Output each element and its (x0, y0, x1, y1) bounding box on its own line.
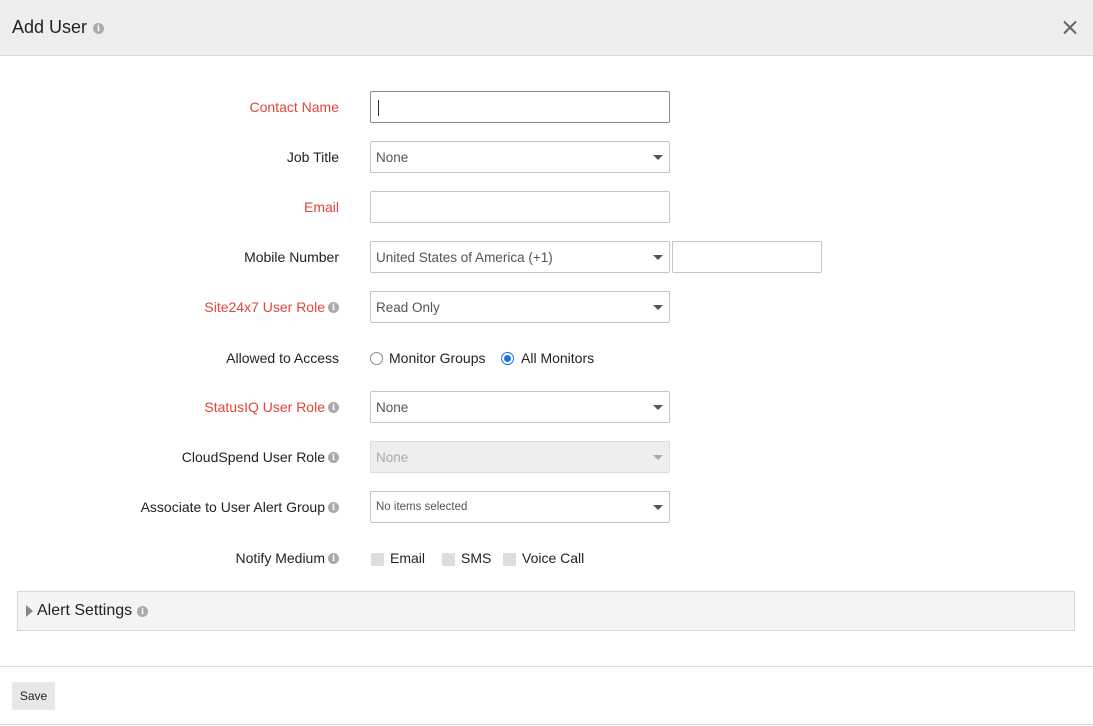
job-title-row: Job Title None (0, 141, 1093, 173)
mobile-number-input[interactable] (672, 241, 822, 273)
monitor-groups-radio[interactable] (370, 352, 383, 365)
alert-settings-section[interactable]: Alert Settings i (17, 591, 1075, 631)
alert-group-value: No items selected (376, 501, 468, 513)
monitor-groups-label[interactable]: Monitor Groups (389, 350, 485, 366)
site24x7-role-value: Read Only (376, 300, 440, 315)
notify-voice-call-label[interactable]: Voice Call (522, 550, 584, 566)
statusiq-role-label: StatusIQ User Role i (204, 399, 339, 415)
alert-group-multiselect[interactable]: No items selected (370, 491, 670, 523)
statusiq-role-label-text: StatusIQ User Role (204, 399, 325, 415)
chevron-down-icon (653, 455, 663, 460)
notify-medium-row: Notify Medium i Email SMS Voice Call (0, 542, 1093, 574)
cloudspend-role-label-text: CloudSpend User Role (181, 449, 325, 465)
info-icon[interactable]: i (137, 606, 148, 617)
cloudspend-role-value: None (376, 450, 409, 465)
notify-email-checkbox[interactable] (371, 553, 384, 566)
chevron-down-icon (653, 505, 663, 510)
email-row: Email (0, 191, 1093, 223)
statusiq-role-select[interactable]: None (370, 391, 670, 423)
info-icon[interactable]: i (328, 401, 339, 413)
chevron-down-icon (653, 155, 663, 160)
cloudspend-role-label: CloudSpend User Role i (182, 449, 339, 465)
country-code-select[interactable]: United States of America (+1) (370, 241, 670, 273)
chevron-down-icon (653, 305, 663, 310)
mobile-number-label: Mobile Number (244, 249, 339, 265)
email-label: Email (303, 199, 339, 215)
alert-group-label-text: Associate to User Alert Group (140, 499, 325, 515)
job-title-value: None (376, 150, 409, 165)
dialog-header: Add User i (0, 0, 1093, 56)
info-icon[interactable]: i (328, 301, 339, 313)
info-icon[interactable]: i (93, 23, 104, 34)
chevron-down-icon (653, 405, 663, 410)
site24x7-role-label-text: Site24x7 User Role (204, 299, 325, 315)
job-title-select[interactable]: None (370, 141, 670, 173)
statusiq-role-value: None (376, 400, 409, 415)
notify-voice-call-checkbox[interactable] (503, 553, 516, 566)
notify-sms-checkbox[interactable] (442, 553, 455, 566)
info-icon[interactable]: i (328, 552, 339, 564)
notify-medium-label-text: Notify Medium (235, 550, 325, 566)
alert-group-row: Associate to User Alert Group i No items … (0, 491, 1093, 523)
contact-name-label: Contact Name (249, 99, 339, 115)
footer-bottom-divider (0, 724, 1093, 725)
site24x7-role-select[interactable]: Read Only (370, 291, 670, 323)
footer-divider (0, 666, 1093, 667)
statusiq-role-row: StatusIQ User Role i None (0, 391, 1093, 423)
site24x7-role-row: Site24x7 User Role i Read Only (0, 291, 1093, 323)
allowed-access-label: Allowed to Access (226, 350, 339, 366)
contact-name-input[interactable] (370, 91, 670, 123)
notify-sms-label[interactable]: SMS (461, 550, 491, 566)
chevron-right-icon[interactable] (26, 605, 33, 617)
allowed-access-row: Allowed to Access Monitor Groups All Mon… (0, 342, 1093, 374)
info-icon[interactable]: i (328, 501, 339, 513)
save-button[interactable]: Save (12, 682, 55, 710)
email-input[interactable] (370, 191, 670, 223)
all-monitors-radio[interactable] (501, 352, 514, 365)
dialog-title: Add User (12, 17, 88, 37)
text-cursor (378, 100, 379, 116)
close-icon[interactable] (1061, 18, 1079, 36)
mobile-number-row: Mobile Number United States of America (… (0, 241, 1093, 273)
cloudspend-role-row: CloudSpend User Role i None (0, 441, 1093, 473)
notify-medium-label: Notify Medium i (236, 550, 339, 566)
notify-email-label[interactable]: Email (390, 550, 425, 566)
country-code-value: United States of America (+1) (376, 250, 553, 265)
site24x7-role-label: Site24x7 User Role i (204, 299, 339, 315)
contact-name-row: Contact Name (0, 91, 1093, 123)
cloudspend-role-select: None (370, 441, 670, 473)
all-monitors-label[interactable]: All Monitors (521, 350, 594, 366)
info-icon[interactable]: i (328, 451, 339, 463)
alert-settings-title[interactable]: Alert Settings (37, 602, 132, 620)
alert-group-label: Associate to User Alert Group i (141, 499, 339, 515)
job-title-label: Job Title (286, 149, 339, 165)
chevron-down-icon (653, 255, 663, 260)
